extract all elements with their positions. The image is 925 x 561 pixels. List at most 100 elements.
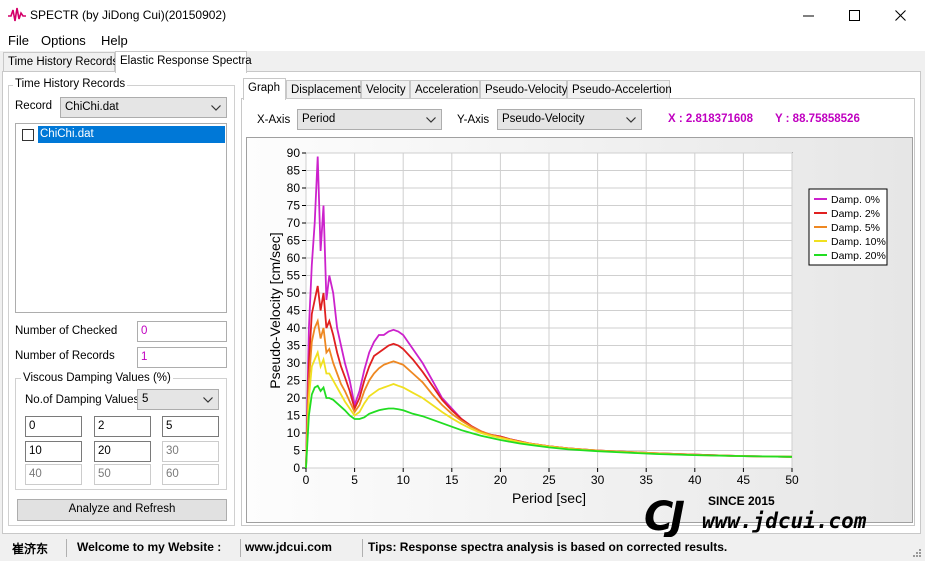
damping-value-8: 50 <box>94 464 151 485</box>
tab-displacement[interactable]: Displacement <box>286 80 361 99</box>
num-damping-select-value: 5 <box>142 393 149 405</box>
y-tick-label: 50 <box>287 286 301 300</box>
tab-pseudo-accelertion[interactable]: Pseudo-Accelertion <box>567 80 672 99</box>
y-tick-label: 90 <box>287 146 301 160</box>
legend-entry: Damp. 0% <box>831 194 880 206</box>
x-tick-label: 20 <box>494 473 508 487</box>
y-tick-label: 85 <box>287 164 301 178</box>
x-axis-select[interactable]: Period <box>297 109 442 130</box>
status-author: 崔济东 <box>12 542 49 556</box>
y-axis-title: Pseudo-Velocity [cm/sec] <box>267 232 283 388</box>
damping-value-1[interactable]: 0 <box>25 416 82 437</box>
title-bar: SPECTR (by JiDong Cui)(20150902) <box>0 0 925 31</box>
damping-value-9: 60 <box>162 464 219 485</box>
y-tick-label: 45 <box>287 304 301 318</box>
status-website-link[interactable]: www.jdcui.com <box>245 540 332 554</box>
tab-graph[interactable]: Graph <box>243 78 286 100</box>
y-tick-label: 40 <box>287 321 301 335</box>
x-axis-label: X-Axis <box>257 114 291 126</box>
y-axis-select-value: Pseudo-Velocity <box>502 113 585 125</box>
record-checkbox[interactable] <box>22 129 34 141</box>
y-tick-label: 60 <box>287 251 301 265</box>
chevron-down-icon <box>203 397 213 403</box>
maximize-icon <box>849 10 860 21</box>
record-select[interactable]: ChiChi.dat <box>60 97 227 118</box>
menu-bar: File Options Help <box>0 31 925 51</box>
tab-time-history-records[interactable]: Time History Records <box>3 52 118 72</box>
y-tick-label: 35 <box>287 339 301 353</box>
svg-text:C: C <box>644 494 673 538</box>
tab-pseudo-velocity[interactable]: Pseudo-Velocity <box>480 80 567 99</box>
close-button[interactable] <box>878 0 924 31</box>
y-tick-label: 25 <box>287 374 301 388</box>
x-tick-label: 5 <box>351 473 358 487</box>
damping-group-title: Viscous Damping Values (%) <box>21 372 173 384</box>
y-tick-label: 10 <box>287 426 301 440</box>
window-title: SPECTR (by JiDong Cui)(20150902) <box>30 8 227 22</box>
damping-value-7: 40 <box>25 464 82 485</box>
x-tick-label: 15 <box>445 473 459 487</box>
record-listbox[interactable]: ChiChi.dat <box>15 123 227 313</box>
y-tick-label: 75 <box>287 199 301 213</box>
y-tick-label: 15 <box>287 409 301 423</box>
close-icon <box>895 10 906 21</box>
tab-velocity[interactable]: Velocity <box>361 80 410 99</box>
record-label: Record <box>15 100 53 112</box>
num-checked-label: Number of Checked <box>15 325 118 337</box>
time-history-group-title: Time History Records <box>13 78 128 90</box>
menu-help[interactable]: Help <box>101 33 128 48</box>
y-tick-label: 30 <box>287 356 301 370</box>
x-tick-label: 40 <box>688 473 702 487</box>
y-tick-label: 5 <box>293 444 300 458</box>
minimize-icon <box>803 15 814 17</box>
status-welcome: Welcome to my Website : <box>77 540 222 554</box>
num-records-label: Number of Records <box>15 350 115 362</box>
watermark-url: www.jdcui.com <box>702 509 867 533</box>
y-axis-label: Y-Axis <box>457 114 490 126</box>
analyze-refresh-button[interactable]: Analyze and Refresh <box>17 499 227 521</box>
y-tick-label: 65 <box>287 234 301 248</box>
damping-value-6: 30 <box>162 441 219 462</box>
minimize-button[interactable] <box>786 0 832 31</box>
damping-value-3[interactable]: 5 <box>162 416 219 437</box>
x-tick-label: 45 <box>737 473 751 487</box>
chevron-down-icon <box>211 105 221 111</box>
list-item[interactable]: ChiChi.dat <box>38 126 225 143</box>
resize-grip-icon[interactable] <box>911 547 922 558</box>
response-spectra-chart[interactable]: 0 5 10 15 20 25 30 35 40 45 50 0 5 10 15 20 25 30 35 40 45 50… <box>247 138 914 524</box>
num-damping-label: No.of Damping Values <box>25 394 140 406</box>
x-tick-label: 35 <box>640 473 654 487</box>
status-bar: 崔济东 Welcome to my Website : www.jdcui.co… <box>0 537 925 561</box>
num-records-field[interactable]: 1 <box>137 347 227 368</box>
watermark-logo: C J SINCE 2015 www.jdcui.com <box>640 488 920 540</box>
app-icon <box>8 7 26 26</box>
damping-value-2[interactable]: 2 <box>94 416 151 437</box>
y-tick-label: 20 <box>287 391 301 405</box>
x-tick-label: 10 <box>397 473 411 487</box>
chart-area[interactable]: 0 5 10 15 20 25 30 35 40 45 50 0 5 10 15 20 25 30 35 40 45 50… <box>246 137 913 523</box>
x-tick-label: 30 <box>591 473 605 487</box>
num-checked-field[interactable]: 0 <box>137 321 227 342</box>
watermark-since: SINCE 2015 <box>708 494 775 508</box>
num-damping-select[interactable]: 5 <box>137 389 219 410</box>
y-tick-label: 80 <box>287 181 301 195</box>
tab-elastic-response-spectra[interactable]: Elastic Response Spectra <box>115 51 252 73</box>
record-select-value: ChiChi.dat <box>65 101 119 113</box>
x-tick-label: 50 <box>785 473 799 487</box>
damping-value-5[interactable]: 20 <box>94 441 151 462</box>
legend-entry: Damp. 5% <box>831 222 880 234</box>
menu-options[interactable]: Options <box>41 33 86 48</box>
legend-entry: Damp. 10% <box>831 236 886 248</box>
y-tick-label: 55 <box>287 269 301 283</box>
legend-entry: Damp. 2% <box>831 208 880 220</box>
y-axis-select[interactable]: Pseudo-Velocity <box>497 109 642 130</box>
chevron-down-icon <box>626 117 636 123</box>
x-coordinate-readout: X : 2.818371608 <box>668 113 754 125</box>
y-coordinate-readout: Y : 88.75858526 <box>775 113 860 125</box>
damping-value-4[interactable]: 10 <box>25 441 82 462</box>
x-tick-label: 0 <box>303 473 310 487</box>
tab-acceleration[interactable]: Acceleration <box>410 80 480 99</box>
menu-file[interactable]: File <box>8 33 29 48</box>
maximize-button[interactable] <box>832 0 878 31</box>
legend-entry: Damp. 20% <box>831 250 886 262</box>
